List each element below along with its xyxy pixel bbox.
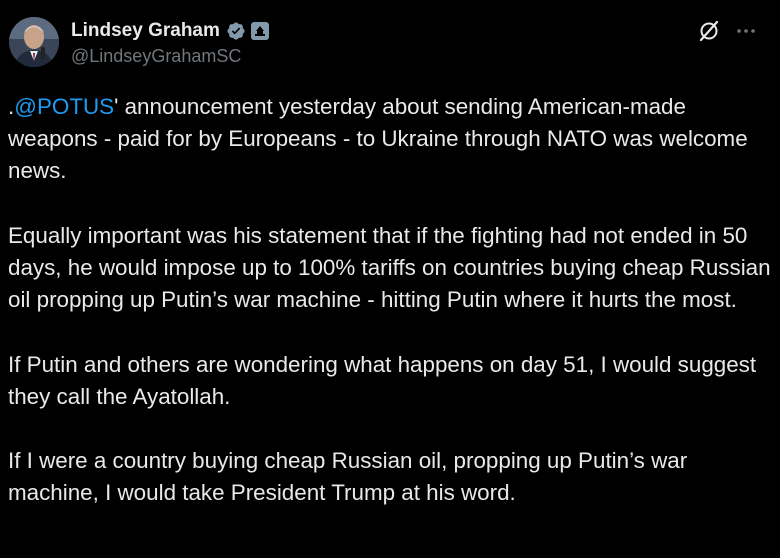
verified-badge-icon (226, 21, 246, 41)
tweet-text-segment: ' announcement yesterday about sending A… (8, 94, 748, 184)
tweet-paragraph: If I were a country buying cheap Russian… (8, 448, 688, 506)
author-display-name[interactable]: Lindsey Graham (71, 20, 220, 42)
tweet-paragraph: If Putin and others are wondering what h… (8, 351, 757, 409)
author-name-row: Lindsey Graham (71, 18, 269, 44)
more-icon[interactable] (734, 19, 758, 43)
tweet-text: .@POTUS' announcement yesterday about se… (8, 91, 772, 510)
government-badge-icon (250, 22, 269, 40)
tweet: Lindsey Graham @LindseyGrahamSC .@POTUS'… (0, 0, 780, 558)
author-handle[interactable]: @LindseyGrahamSC (71, 46, 241, 67)
mention-link[interactable]: @POTUS (14, 94, 114, 119)
tweet-paragraph: Equally important was his statement that… (8, 222, 771, 313)
tweet-paragraph: .@POTUS' announcement yesterday about se… (8, 91, 772, 188)
grok-icon[interactable] (697, 19, 721, 43)
avatar[interactable] (9, 17, 59, 67)
